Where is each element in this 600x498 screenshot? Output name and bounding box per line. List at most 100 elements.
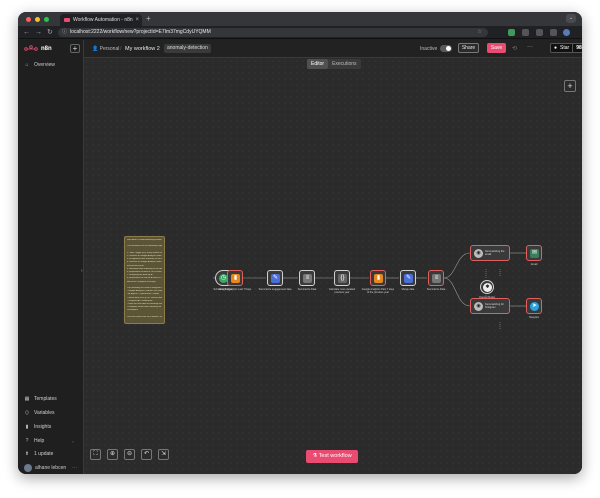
github-star-button[interactable]: ● Star 98,649 <box>550 43 582 53</box>
node-label: Google Analytics Past 7 days of the prev… <box>361 288 395 294</box>
share-button[interactable]: Share <box>458 43 479 53</box>
github-icon: ● <box>554 45 558 51</box>
reload-icon[interactable]: ↻ <box>47 28 53 36</box>
node-google-analytics-current[interactable]: ▮ <box>227 270 243 286</box>
new-tab-icon[interactable]: + <box>146 14 151 23</box>
sidebar-item-help[interactable]: ? Help › <box>24 438 74 444</box>
sidebar-item-label: Overview <box>34 62 55 68</box>
sidebar-item-variables[interactable]: ⟨⟩ Variables <box>24 410 54 416</box>
site-info-icon[interactable]: ⓘ <box>62 28 67 37</box>
n8n-logo-icon <box>24 45 38 51</box>
node-gmail[interactable]: ✉ <box>526 245 542 261</box>
sticky-line: The workflow has the following sequence: <box>127 245 162 248</box>
chevron-right-icon: › <box>72 438 74 444</box>
node-summarize-data-1[interactable]: ≡ <box>299 270 315 286</box>
github-count: 98,649 <box>572 44 582 52</box>
address-toolbar: ← → ↻ ⓘ localhost:2222/workflow/new?proj… <box>18 26 582 39</box>
node-summarize-engagement[interactable]: ✎ <box>267 270 283 286</box>
n8n-app: n8n + ⌂ Overview ▦ Templates ⟨⟩ Variable… <box>18 40 582 474</box>
create-button[interactable]: + <box>70 44 80 53</box>
workflow-tag[interactable]: anomaly-detection <box>164 44 211 53</box>
tidy-up-icon[interactable]: ⇲ <box>158 449 169 460</box>
telegram-icon: ➤ <box>530 302 539 311</box>
node-summarize-data-2[interactable]: ≡ <box>428 270 444 286</box>
insights-icon: ▮ <box>25 424 29 430</box>
summarize-icon: ≡ <box>303 274 312 283</box>
extensions-puzzle-icon[interactable] <box>536 29 543 36</box>
n8n-logo[interactable]: n8n <box>24 45 52 52</box>
node-merge-data[interactable]: ✎ <box>400 270 416 286</box>
sidebar-item-update[interactable]: ⬆ 1 update <box>24 451 54 457</box>
node-openai-model[interactable]: ✱ <box>480 280 494 294</box>
close-window-icon[interactable] <box>26 16 31 22</box>
zoom-in-icon[interactable]: ⊕ <box>107 449 118 460</box>
active-status-label: Inactive <box>420 46 438 52</box>
tab-title: Workflow Automation - n8n <box>73 17 133 23</box>
sidebar-item-label: Help <box>34 438 45 444</box>
workflow-canvas[interactable]: Editor Executions + Welcome to Smart Ano… <box>84 58 582 474</box>
profile-icon[interactable] <box>563 29 570 36</box>
workflow-name[interactable]: My workflow 2 <box>125 46 160 52</box>
user-more-icon[interactable]: ··· <box>72 465 77 471</box>
pencil-icon: ✎ <box>271 274 280 283</box>
node-label: Gmail <box>530 263 538 266</box>
robot-icon: ◉ <box>474 249 483 258</box>
openai-icon: ✱ <box>483 283 492 292</box>
templates-icon: ▦ <box>24 396 30 402</box>
robot-icon: ◉ <box>474 302 483 311</box>
test-workflow-label: Test workflow <box>318 453 352 459</box>
sidepanel-icon[interactable] <box>550 29 557 36</box>
variables-icon: ⟨⟩ <box>25 410 29 416</box>
update-icon: ⬆ <box>24 451 30 457</box>
extension-shield-icon[interactable] <box>508 29 515 36</box>
sidebar-item-label: Insights <box>34 424 52 430</box>
node-label: Telegram <box>528 316 540 319</box>
sticky-note[interactable]: Welcome to Smart Anomaly Reader Workflow… <box>124 236 165 324</box>
browser-window: Workflow Automation - n8n × + ⌄ ← → ↻ ⓘ … <box>18 12 582 474</box>
address-bar[interactable]: ⓘ localhost:2222/workflow/new?projectId=… <box>58 28 488 37</box>
extension-icon[interactable] <box>522 29 529 36</box>
history-icon[interactable]: ⟲ <box>512 45 517 52</box>
node-google-analytics-previous[interactable]: ▮ <box>370 270 386 286</box>
test-workflow-button[interactable]: ⚗ Test workflow <box>306 450 358 463</box>
avatar <box>24 464 32 472</box>
user-menu[interactable]: alhane lebcen ··· <box>24 464 77 472</box>
maximize-window-icon[interactable] <box>44 16 49 22</box>
node-telegram[interactable]: ➤ <box>526 298 542 314</box>
node-calculate-previous-year[interactable]: {} <box>334 270 350 286</box>
save-button[interactable]: Save <box>487 43 506 53</box>
help-icon: ? <box>25 438 29 444</box>
collapse-sidebar-icon[interactable]: ‹ <box>81 268 83 274</box>
user-name: alhane lebcen <box>35 465 67 471</box>
minimize-window-icon[interactable] <box>35 16 40 22</box>
brand-name: n8n <box>41 45 52 52</box>
active-toggle[interactable] <box>440 45 452 52</box>
sidebar-item-templates[interactable]: ▦ Templates <box>24 396 57 402</box>
google-analytics-icon: ▮ <box>374 274 383 283</box>
workflow-more-button[interactable]: ··· <box>527 44 533 50</box>
n8n-favicon-icon <box>64 18 70 22</box>
sidebar-item-overview[interactable]: ⌂ Overview <box>24 62 55 68</box>
node-label: Summarize Data <box>297 288 317 291</box>
zoom-out-icon[interactable]: ⊖ <box>124 449 135 460</box>
project-breadcrumb[interactable]: 👤 Personal <box>92 46 119 52</box>
forward-icon[interactable]: → <box>35 29 42 36</box>
bookmark-star-icon[interactable]: ☆ <box>478 28 482 37</box>
tab-menu-icon[interactable]: ⌄ <box>566 14 576 23</box>
node-ai-agent-email[interactable]: ◉ Summarizing the email <box>470 245 510 261</box>
node-label: OpenAI Model <box>479 296 495 299</box>
google-analytics-icon: ▮ <box>231 274 240 283</box>
canvas-controls: ⛶ ⊕ ⊖ ↶ ⇲ <box>90 449 175 460</box>
home-icon: ⌂ <box>25 62 29 68</box>
node-ai-agent-telegram[interactable]: ◉ Summarizing for Telegram <box>470 298 510 314</box>
node-title: Summarizing the email <box>485 250 505 256</box>
close-tab-icon[interactable]: × <box>135 17 139 23</box>
fit-view-icon[interactable]: ⛶ <box>90 449 101 460</box>
github-label: Star <box>560 45 570 51</box>
back-icon[interactable]: ← <box>23 29 30 36</box>
browser-tab[interactable]: Workflow Automation - n8n × <box>60 14 142 26</box>
undo-icon[interactable]: ↶ <box>141 449 152 460</box>
sidebar-item-label: Templates <box>34 396 57 402</box>
node-title: Summarizing for Telegram <box>485 303 504 309</box>
sidebar-item-insights[interactable]: ▮ Insights <box>24 424 52 430</box>
